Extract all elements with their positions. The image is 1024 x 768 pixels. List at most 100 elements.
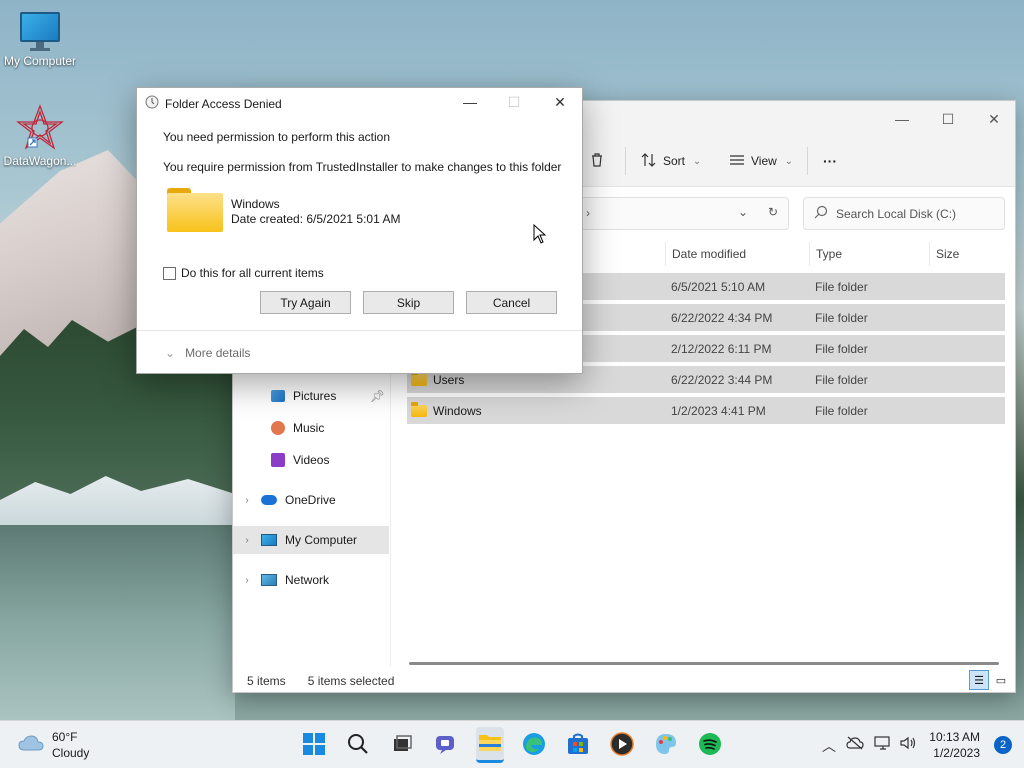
row-name-cell: Users [411,370,465,387]
onedrive-offline-icon[interactable] [846,736,864,753]
more-dots-icon: ··· [823,153,837,169]
nav-label: Music [293,421,325,435]
row-name: Users [433,372,465,387]
windows-logo-icon [302,732,326,759]
chevron-right-icon: › [586,206,590,220]
chevron-right-icon[interactable]: › [241,495,253,506]
task-view-icon [391,733,413,758]
folder-icon [411,370,427,386]
nav-item-videos[interactable]: Videos [233,446,389,474]
chevron-down-icon[interactable]: ⌄ [738,205,748,219]
desktop-icon-datawagon[interactable]: DataWagon... [0,104,80,168]
clock-icon [145,95,159,112]
paint-app-button[interactable] [652,731,680,759]
play-icon [610,731,634,759]
status-bar: 5 items 5 items selected [247,674,394,688]
file-explorer-taskbar-button[interactable] [476,727,504,763]
taskbar: 60°F Cloudy ︿ 10:13 AM 1/2/2023 2 [0,720,1024,768]
cancel-button[interactable]: Cancel [466,291,557,314]
horizontal-scrollbar[interactable] [409,662,999,665]
dialog-message-secondary: You require permission from TrustedInsta… [163,160,562,174]
sort-button[interactable]: Sort ⌄ [641,149,703,173]
row-date: 6/22/2022 3:44 PM [671,372,773,387]
chevron-right-icon[interactable]: › [241,535,253,546]
dialog-close-button[interactable]: ✕ [545,92,575,112]
network-status-icon[interactable] [874,736,892,753]
nav-item-onedrive[interactable]: › OneDrive [233,486,389,514]
sort-icon [641,152,657,171]
maximize-button[interactable]: ☐ [925,105,971,133]
task-view-button[interactable] [388,731,416,759]
folder-icon [167,188,223,232]
delete-button[interactable] [589,149,605,173]
start-button[interactable] [300,731,328,759]
nav-label: OneDrive [285,493,336,507]
folder-icon [478,732,502,755]
dialog-minimize-button[interactable]: — [455,92,485,112]
nav-item-my-computer[interactable]: › My Computer [233,526,389,554]
nav-label: Pictures [293,389,337,403]
desktop-icon-my-computer[interactable]: My Computer [0,12,80,68]
nav-label: Videos [293,453,330,467]
close-button[interactable]: ✕ [971,105,1017,133]
column-header-size[interactable]: Size [929,242,1005,266]
view-icon [729,152,745,171]
cloud-icon [261,495,277,505]
clock-date: 1/2/2023 [933,746,980,760]
folder-icon [411,401,427,417]
details-view-button[interactable]: ☰ [969,670,989,690]
system-clock[interactable]: 10:13 AM 1/2/2023 [929,729,980,761]
table-row[interactable]: Windows 1/2/2023 4:41 PM File folder [407,397,1005,424]
nav-item-network[interactable]: › Network [233,566,389,594]
chevron-down-icon: ⌄ [692,155,702,167]
spotify-button[interactable] [696,731,724,759]
row-name-cell: Windows [411,401,482,418]
row-date: 6/22/2022 4:34 PM [671,310,773,325]
refresh-icon[interactable]: ↻ [768,205,778,219]
palette-icon [654,732,678,759]
column-header-type[interactable]: Type [809,242,929,266]
spotify-icon [698,732,722,759]
network-icon [261,574,277,586]
row-name: Windows [433,403,482,418]
address-bar[interactable]: › ⌄ ↻ [573,197,789,230]
do-for-all-label[interactable]: Do this for all current items [181,266,324,280]
notification-badge[interactable]: 2 [994,736,1012,754]
nav-item-music[interactable]: Music [233,414,389,442]
dialog-maximize-button: ☐ [507,93,521,110]
store-button[interactable] [564,731,592,759]
row-type: File folder [815,341,868,356]
chevron-right-icon[interactable]: › [241,575,253,586]
edge-browser-button[interactable] [520,731,548,759]
details-view-icon: ☰ [974,674,984,687]
pictures-icon [271,390,285,402]
tiles-view-icon: ▭ [995,674,1007,687]
more-options-button[interactable]: ··· [823,149,837,173]
tiles-view-button[interactable]: ▭ [991,670,1011,690]
row-date: 1/2/2023 4:41 PM [671,403,766,418]
media-player-button[interactable] [608,731,636,759]
view-button[interactable]: View ⌄ [729,149,795,173]
weather-widget[interactable]: 60°F Cloudy [18,729,89,761]
pin-icon[interactable]: 📌︎ [370,389,385,403]
more-details-toggle[interactable]: ⌄ More details [137,330,582,374]
row-date: 6/5/2021 5:10 AM [671,279,766,294]
row-date: 2/12/2022 6:11 PM [671,341,772,356]
column-header-date[interactable]: Date modified [665,242,809,266]
nav-item-pictures[interactable]: Pictures 📌︎ [233,382,389,410]
wallpaper-lake [0,525,235,720]
desktop-icon-label: DataWagon... [3,154,77,168]
show-hidden-icons-chevron[interactable]: ︿ [822,736,836,756]
minimize-button[interactable]: — [879,105,925,133]
search-taskbar-button[interactable] [344,731,372,759]
try-again-button[interactable]: Try Again [260,291,351,314]
teams-chat-button[interactable] [432,731,460,759]
music-icon [271,421,285,435]
weather-temp: 60°F [52,730,78,744]
do-for-all-checkbox[interactable] [163,267,176,280]
volume-icon[interactable] [900,736,918,753]
sort-label: Sort [663,154,686,168]
skip-button[interactable]: Skip [363,291,454,314]
search-box[interactable]: Search Local Disk (C:) [803,197,1005,230]
toolbar-divider [625,147,626,175]
